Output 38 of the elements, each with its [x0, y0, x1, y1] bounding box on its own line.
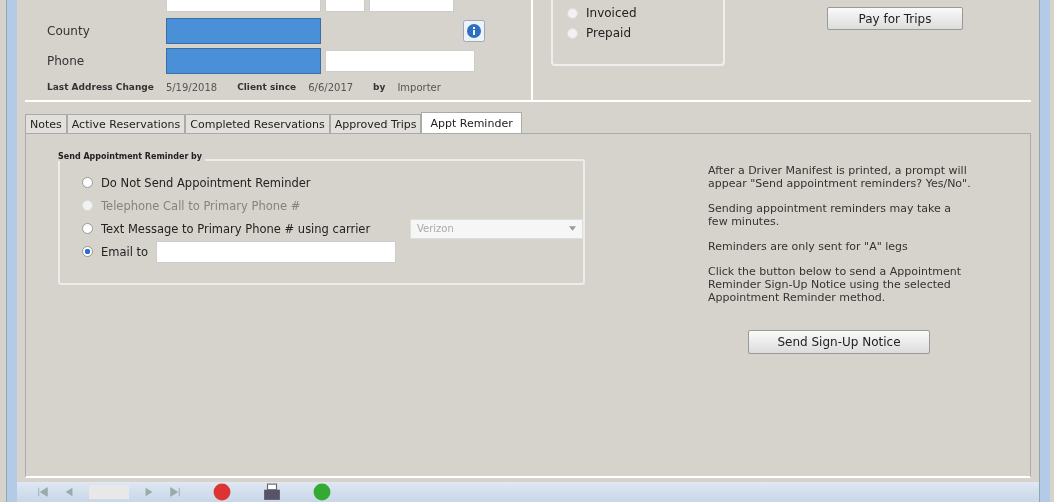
pay-button[interactable]: Pay for Trips — [827, 7, 963, 30]
date-text: 5/19/2018 — [165, 81, 218, 93]
info-paragraph: Sending appointment reminders may take a few minutes. — [708, 202, 953, 228]
tab[interactable]: Appt Reminder — [421, 112, 522, 133]
printer-icon[interactable] — [263, 483, 281, 501]
email-field[interactable] — [156, 240, 397, 263]
tab[interactable]: Notes — [25, 114, 67, 133]
signup-button[interactable]: Send Sign-Up Notice — [748, 330, 930, 354]
field-label: Phone — [47, 54, 86, 68]
field-label: Last Address Change — [47, 82, 154, 92]
info-paragraph: After a Driver Manifest is printed, a prompt will appear "Send appointment reminders? Yes/No". — [708, 164, 972, 190]
previous-arrow-icon[interactable] — [63, 486, 75, 498]
input-field[interactable] — [369, 0, 454, 12]
info-paragraph: Reminders are only sent for "A" legs — [708, 240, 909, 253]
radio-option[interactable]: Text Message to Primary Phone # using carrier — [82, 221, 410, 236]
radio-option[interactable]: Email to — [82, 244, 149, 259]
group-title: Send Appointment Reminder by — [58, 152, 206, 161]
input-field[interactable] — [166, 0, 321, 12]
input-field[interactable] — [325, 0, 365, 12]
caret-icon — [569, 226, 576, 231]
tab[interactable]: Completed Reservations — [185, 114, 330, 133]
input-field[interactable] — [325, 50, 475, 72]
tab[interactable]: Approved Trips — [329, 114, 422, 133]
user-text: Importer — [397, 81, 441, 93]
date-text: 6/6/2017 — [308, 81, 354, 93]
next-arrow-icon[interactable] — [143, 486, 155, 498]
tab[interactable]: Active Reservations — [66, 114, 186, 133]
radio-option[interactable]: Prepaid — [567, 26, 709, 40]
field-label: County — [47, 24, 91, 38]
info-paragraph: Click the button below to send a Appointment Reminder Sign-Up Notice using the selected Appointment Reminder method. — [708, 265, 963, 304]
field-label: by — [373, 82, 386, 92]
radio-option[interactable]: Do Not Send Appointment Reminder — [82, 175, 416, 190]
info-icon[interactable] — [463, 20, 485, 42]
position-field[interactable] — [89, 485, 129, 499]
field-label: Client since — [237, 82, 297, 92]
radio-option[interactable]: Invoiced — [567, 6, 709, 20]
last-arrow-icon[interactable] — [169, 486, 181, 498]
first-arrow-icon[interactable] — [37, 486, 49, 498]
